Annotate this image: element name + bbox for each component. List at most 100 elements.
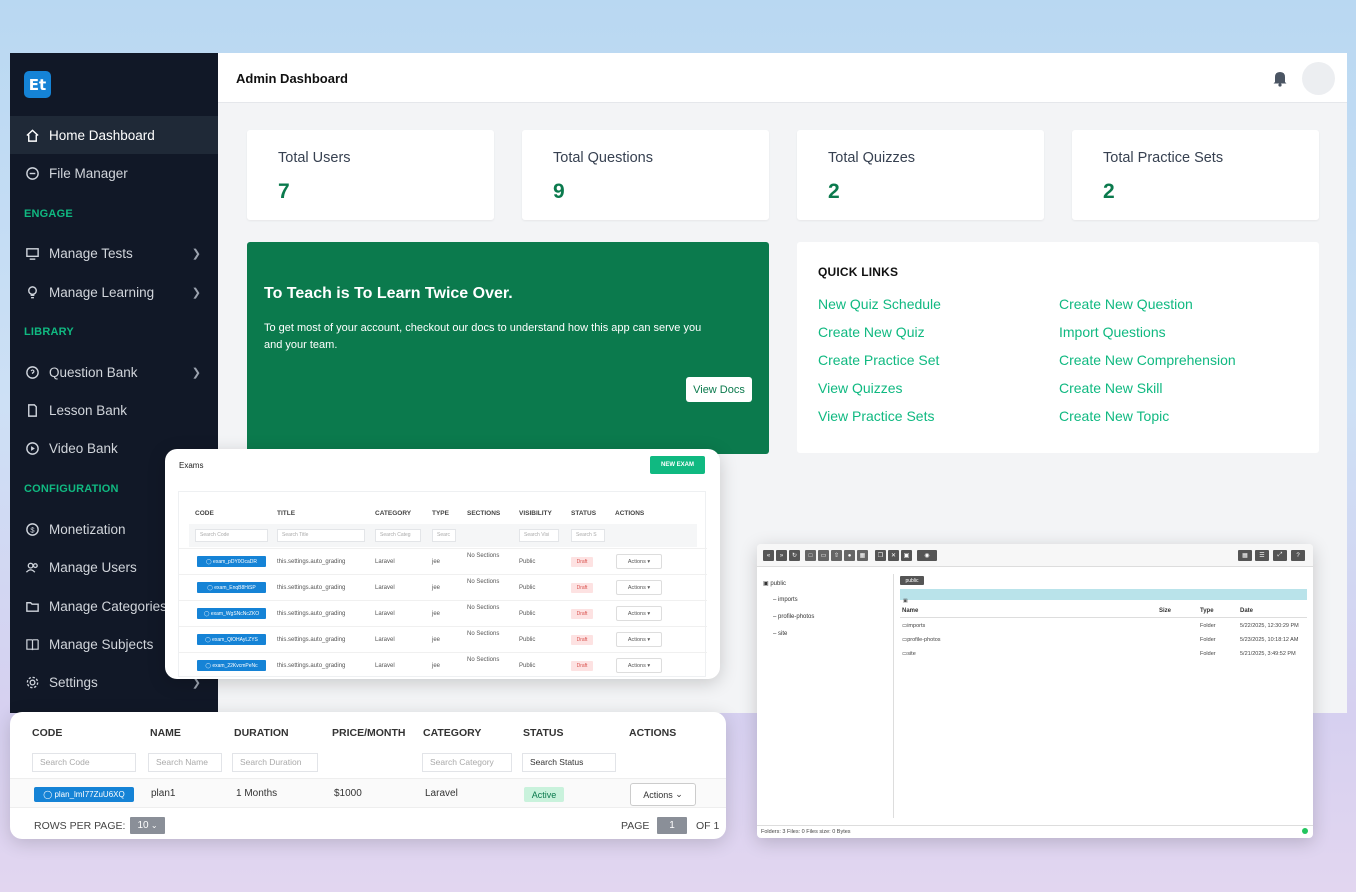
exam-title: this.settings.auto_grading	[277, 585, 346, 591]
search-status-input[interactable]: Search Status	[522, 753, 616, 772]
column-header[interactable]: Name	[902, 608, 918, 614]
quick-link[interactable]: New Quiz Schedule	[818, 296, 941, 312]
actions-dropdown[interactable]: Actions ▾	[616, 554, 662, 569]
page-number-input[interactable]: 1	[657, 817, 687, 834]
new-file-icon[interactable]: □	[805, 550, 816, 561]
quick-link[interactable]: Create Practice Set	[818, 352, 939, 368]
exam-type: jee	[432, 611, 441, 617]
sidebar-item-manage-tests[interactable]: Manage Tests ❯	[10, 234, 218, 272]
exam-code-badge[interactable]: ◯ exam_22KvcmPeNc	[197, 660, 266, 671]
exam-visibility: Public	[519, 559, 536, 565]
chevron-down-icon: ⌄	[672, 789, 683, 799]
page-label: PAGE	[621, 820, 650, 832]
sidebar-section-library: LIBRARY	[24, 326, 74, 338]
search-type-input[interactable]: Searc	[432, 529, 456, 542]
column-header[interactable]: Type	[1200, 608, 1214, 614]
exam-code-badge[interactable]: ◯ exam_EnqB8HiSP	[197, 582, 266, 593]
column-header: STATUS	[571, 510, 597, 517]
quick-link[interactable]: Import Questions	[1059, 324, 1166, 340]
preview-icon[interactable]: ◉	[917, 550, 937, 561]
tree-item[interactable]: – site	[773, 631, 787, 637]
column-header[interactable]: Date	[1240, 608, 1253, 614]
column-header[interactable]: Size	[1159, 608, 1171, 614]
file-row-name[interactable]: ▭imports	[902, 623, 925, 629]
status-badge: Draft	[571, 635, 593, 645]
new-folder-icon[interactable]: ▭	[818, 550, 829, 561]
avatar[interactable]	[1302, 62, 1335, 95]
breadcrumb[interactable]: public	[900, 576, 924, 585]
actions-dropdown[interactable]: Actions ▾	[616, 606, 662, 621]
quick-link[interactable]: Create New Question	[1059, 296, 1193, 312]
exam-sections: No Sections	[467, 579, 500, 585]
chevron-right-icon: ❯	[191, 247, 201, 260]
quick-link[interactable]: Create New Quiz	[818, 324, 925, 340]
sidebar-item-lesson-bank[interactable]: Lesson Bank	[10, 391, 218, 429]
exam-code-badge[interactable]: ◯ exam_pDY0OcaDR	[197, 556, 266, 567]
tree-item[interactable]: – imports	[773, 597, 798, 603]
search-status-input[interactable]: Search S	[571, 529, 605, 542]
user-icon[interactable]: ●	[844, 550, 855, 561]
search-category-input[interactable]: Search Categ	[375, 529, 421, 542]
search-code-input[interactable]: Search Code	[32, 753, 136, 772]
quick-link[interactable]: Create New Comprehension	[1059, 352, 1236, 368]
search-visibility-input[interactable]: Search Visi	[519, 529, 559, 542]
column-header: CATEGORY	[375, 510, 412, 517]
forward-icon[interactable]: »	[776, 550, 787, 561]
actions-dropdown[interactable]: Actions ▾	[616, 658, 662, 673]
actions-label: Actions	[627, 662, 646, 669]
search-duration-input[interactable]: Search Duration	[232, 753, 318, 772]
actions-dropdown[interactable]: Actions ▾	[616, 580, 662, 595]
search-category-input[interactable]: Search Category	[422, 753, 512, 772]
app-logo[interactable]: Et	[24, 71, 51, 98]
exam-code-badge[interactable]: ◯ exam_QlOHAyLZYS	[197, 634, 266, 645]
tree-item-root[interactable]: ▣ public	[763, 580, 786, 587]
file-row-name[interactable]: ▭site	[902, 651, 916, 657]
view-docs-button[interactable]: View Docs	[686, 377, 752, 402]
upload-icon[interactable]: ⇧	[831, 550, 842, 561]
new-exam-button[interactable]: NEW EXAM	[650, 456, 705, 474]
dollar-icon: $	[24, 521, 40, 537]
exam-category: Laravel	[375, 663, 395, 669]
sidebar-item-label: Home Dashboard	[49, 127, 155, 143]
rows-per-page-select[interactable]: 10 ⌄	[130, 817, 165, 834]
actions-dropdown[interactable]: Actions ▾	[616, 632, 662, 647]
file-row-name[interactable]: ▭profile-photos	[902, 637, 941, 643]
quick-link[interactable]: View Quizzes	[818, 380, 903, 396]
exam-type: jee	[432, 663, 441, 669]
list-view-icon[interactable]: ☰	[1255, 550, 1269, 561]
copy-icon[interactable]: ❐	[875, 550, 886, 561]
quick-links-title: QUICK LINKS	[818, 265, 899, 279]
quick-link[interactable]: View Practice Sets	[818, 408, 934, 424]
exam-title: this.settings.auto_grading	[277, 663, 346, 669]
quick-link[interactable]: Create New Skill	[1059, 380, 1162, 396]
search-name-input[interactable]: Search Name	[148, 753, 222, 772]
plan-code-badge[interactable]: ◯ plan_lmI77ZuU6XQ	[34, 787, 134, 802]
bell-icon[interactable]	[1272, 69, 1288, 87]
exam-code-badge[interactable]: ◯ exam_WgSNcNcZKO	[197, 608, 266, 619]
cut-icon[interactable]: ✕	[888, 550, 899, 561]
fullscreen-icon[interactable]: ⤢	[1273, 550, 1287, 561]
grid-view-icon[interactable]: ▦	[1238, 550, 1252, 561]
link-icon: ◯	[43, 790, 55, 799]
refresh-icon[interactable]: ↻	[789, 550, 800, 561]
help-icon[interactable]: ?	[1291, 550, 1305, 561]
file-manager-panel: « » ↻ □ ▭ ⇧ ● ▦ ❐ ✕ ▣ ◉ ▦ ☰ ⤢ ? ▣ public…	[757, 544, 1313, 838]
tree-item[interactable]: – profile-photos	[773, 614, 814, 620]
exam-code: exam_22KvcmPeNc	[212, 662, 258, 669]
paste-icon[interactable]: ▣	[901, 550, 912, 561]
quick-link[interactable]: Create New Topic	[1059, 408, 1169, 424]
sidebar-item-file-manager[interactable]: File Manager	[10, 154, 218, 192]
column-header: TITLE	[277, 510, 296, 517]
status-indicator	[1302, 828, 1308, 834]
sidebar-item-question-bank[interactable]: Question Bank ❯	[10, 353, 218, 391]
back-icon[interactable]: «	[763, 550, 774, 561]
stat-card-questions: Total Questions 9	[522, 130, 769, 220]
link-icon: ◯	[206, 558, 214, 565]
sidebar-item-manage-learning[interactable]: Manage Learning ❯	[10, 273, 218, 311]
search-code-input[interactable]: Search Code	[195, 529, 268, 542]
sidebar-item-home-dashboard[interactable]: Home Dashboard	[10, 116, 218, 154]
actions-dropdown[interactable]: Actions ⌄	[630, 783, 696, 806]
search-title-input[interactable]: Search Title	[277, 529, 365, 542]
question-icon	[24, 364, 40, 380]
delete-icon[interactable]: ▦	[857, 550, 868, 561]
